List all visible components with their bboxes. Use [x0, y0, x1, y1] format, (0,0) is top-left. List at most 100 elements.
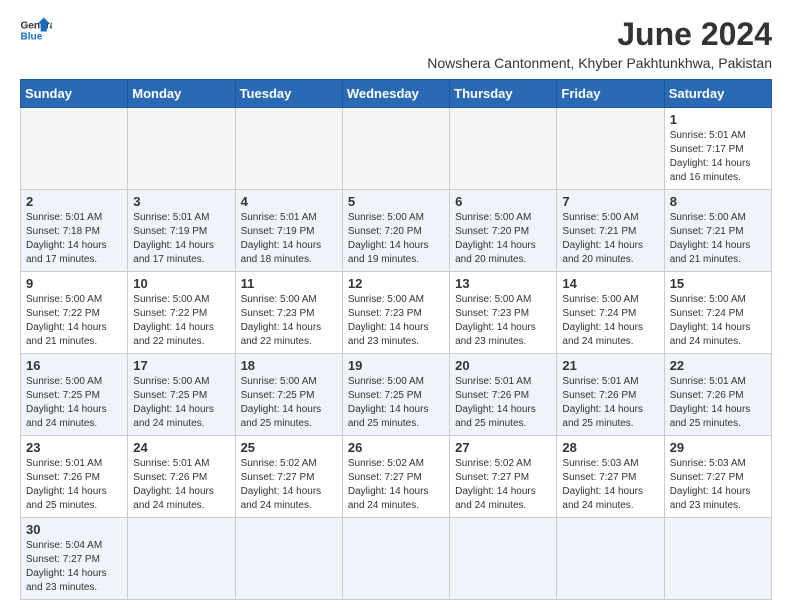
- title-block: June 2024 Nowshera Cantonment, Khyber Pa…: [427, 16, 772, 71]
- day-number: 10: [133, 276, 229, 291]
- calendar-day-cell: [235, 108, 342, 190]
- day-info: Sunrise: 5:00 AM Sunset: 7:22 PM Dayligh…: [26, 293, 122, 349]
- day-number: 18: [241, 358, 337, 373]
- day-info: Sunrise: 5:02 AM Sunset: 7:27 PM Dayligh…: [348, 457, 444, 513]
- day-number: 19: [348, 358, 444, 373]
- day-number: 20: [455, 358, 551, 373]
- calendar-day-cell: 24 Sunrise: 5:01 AM Sunset: 7:26 PM Dayli…: [128, 436, 235, 518]
- weekday-header-wednesday: Wednesday: [342, 80, 449, 108]
- day-number: 1: [670, 112, 766, 127]
- day-info: Sunrise: 5:00 AM Sunset: 7:25 PM Dayligh…: [26, 375, 122, 431]
- calendar-day-cell: [235, 518, 342, 600]
- day-number: 12: [348, 276, 444, 291]
- day-info: Sunrise: 5:00 AM Sunset: 7:23 PM Dayligh…: [455, 293, 551, 349]
- day-number: 23: [26, 440, 122, 455]
- page-header: General Blue June 2024 Nowshera Cantonme…: [20, 16, 772, 71]
- day-number: 27: [455, 440, 551, 455]
- calendar-week-row: 16 Sunrise: 5:00 AM Sunset: 7:25 PM Dayli…: [21, 354, 772, 436]
- calendar-week-row: 9 Sunrise: 5:00 AM Sunset: 7:22 PM Daylig…: [21, 272, 772, 354]
- day-info: Sunrise: 5:00 AM Sunset: 7:23 PM Dayligh…: [348, 293, 444, 349]
- logo-icon: General Blue: [20, 16, 52, 44]
- day-info: Sunrise: 5:00 AM Sunset: 7:20 PM Dayligh…: [455, 211, 551, 267]
- weekday-header-friday: Friday: [557, 80, 664, 108]
- weekday-header-sunday: Sunday: [21, 80, 128, 108]
- calendar-day-cell: 13 Sunrise: 5:00 AM Sunset: 7:23 PM Dayli…: [450, 272, 557, 354]
- month-title: June 2024: [427, 16, 772, 53]
- calendar-week-row: 2 Sunrise: 5:01 AM Sunset: 7:18 PM Daylig…: [21, 190, 772, 272]
- day-info: Sunrise: 5:04 AM Sunset: 7:27 PM Dayligh…: [26, 539, 122, 595]
- day-info: Sunrise: 5:03 AM Sunset: 7:27 PM Dayligh…: [562, 457, 658, 513]
- calendar-day-cell: 11 Sunrise: 5:00 AM Sunset: 7:23 PM Dayli…: [235, 272, 342, 354]
- calendar-day-cell: 2 Sunrise: 5:01 AM Sunset: 7:18 PM Daylig…: [21, 190, 128, 272]
- svg-text:Blue: Blue: [20, 31, 42, 42]
- calendar-week-row: 1 Sunrise: 5:01 AM Sunset: 7:17 PM Daylig…: [21, 108, 772, 190]
- weekday-header-row: SundayMondayTuesdayWednesdayThursdayFrid…: [21, 80, 772, 108]
- calendar-day-cell: 1 Sunrise: 5:01 AM Sunset: 7:17 PM Daylig…: [664, 108, 771, 190]
- day-number: 4: [241, 194, 337, 209]
- day-number: 25: [241, 440, 337, 455]
- calendar-day-cell: 3Sunrise: 5:01 AM Sunset: 7:19 PM Daylig…: [128, 190, 235, 272]
- calendar-day-cell: 19 Sunrise: 5:00 AM Sunset: 7:25 PM Dayli…: [342, 354, 449, 436]
- day-number: 26: [348, 440, 444, 455]
- calendar-day-cell: 23 Sunrise: 5:01 AM Sunset: 7:26 PM Dayli…: [21, 436, 128, 518]
- day-number: 13: [455, 276, 551, 291]
- logo: General Blue: [20, 16, 52, 44]
- day-number: 21: [562, 358, 658, 373]
- weekday-header-tuesday: Tuesday: [235, 80, 342, 108]
- day-number: 16: [26, 358, 122, 373]
- calendar-day-cell: 29Sunrise: 5:03 AM Sunset: 7:27 PM Dayli…: [664, 436, 771, 518]
- day-number: 9: [26, 276, 122, 291]
- day-number: 6: [455, 194, 551, 209]
- calendar-day-cell: 18 Sunrise: 5:00 AM Sunset: 7:25 PM Dayli…: [235, 354, 342, 436]
- day-info: Sunrise: 5:00 AM Sunset: 7:23 PM Dayligh…: [241, 293, 337, 349]
- calendar-day-cell: [664, 518, 771, 600]
- calendar-day-cell: [21, 108, 128, 190]
- day-info: Sunrise: 5:03 AM Sunset: 7:27 PM Dayligh…: [670, 457, 766, 513]
- day-info: Sunrise: 5:01 AM Sunset: 7:26 PM Dayligh…: [26, 457, 122, 513]
- weekday-header-thursday: Thursday: [450, 80, 557, 108]
- weekday-header-saturday: Saturday: [664, 80, 771, 108]
- day-number: 24: [133, 440, 229, 455]
- day-info: Sunrise: 5:01 AM Sunset: 7:26 PM Dayligh…: [133, 457, 229, 513]
- day-number: 22: [670, 358, 766, 373]
- day-number: 2: [26, 194, 122, 209]
- calendar-day-cell: [450, 518, 557, 600]
- day-number: 30: [26, 522, 122, 537]
- day-info: Sunrise: 5:01 AM Sunset: 7:26 PM Dayligh…: [670, 375, 766, 431]
- day-number: 5: [348, 194, 444, 209]
- calendar-day-cell: 22 Sunrise: 5:01 AM Sunset: 7:26 PM Dayli…: [664, 354, 771, 436]
- day-number: 14: [562, 276, 658, 291]
- location-subtitle: Nowshera Cantonment, Khyber Pakhtunkhwa,…: [427, 55, 772, 71]
- day-number: 17: [133, 358, 229, 373]
- day-number: 28: [562, 440, 658, 455]
- day-info: Sunrise: 5:01 AM Sunset: 7:17 PM Dayligh…: [670, 129, 766, 185]
- calendar-day-cell: 12 Sunrise: 5:00 AM Sunset: 7:23 PM Dayli…: [342, 272, 449, 354]
- calendar-table: SundayMondayTuesdayWednesdayThursdayFrid…: [20, 79, 772, 600]
- calendar-week-row: 30 Sunrise: 5:04 AM Sunset: 7:27 PM Dayli…: [21, 518, 772, 600]
- day-info: Sunrise: 5:01 AM Sunset: 7:26 PM Dayligh…: [455, 375, 551, 431]
- calendar-day-cell: 4Sunrise: 5:01 AM Sunset: 7:19 PM Daylig…: [235, 190, 342, 272]
- day-number: 7: [562, 194, 658, 209]
- day-info: Sunrise: 5:01 AM Sunset: 7:26 PM Dayligh…: [562, 375, 658, 431]
- calendar-day-cell: 8Sunrise: 5:00 AM Sunset: 7:21 PM Daylig…: [664, 190, 771, 272]
- calendar-day-cell: 25Sunrise: 5:02 AM Sunset: 7:27 PM Dayli…: [235, 436, 342, 518]
- day-info: Sunrise: 5:02 AM Sunset: 7:27 PM Dayligh…: [455, 457, 551, 513]
- calendar-day-cell: 10 Sunrise: 5:00 AM Sunset: 7:22 PM Dayli…: [128, 272, 235, 354]
- day-info: Sunrise: 5:00 AM Sunset: 7:22 PM Dayligh…: [133, 293, 229, 349]
- calendar-day-cell: 6 Sunrise: 5:00 AM Sunset: 7:20 PM Daylig…: [450, 190, 557, 272]
- day-info: Sunrise: 5:01 AM Sunset: 7:18 PM Dayligh…: [26, 211, 122, 267]
- day-info: Sunrise: 5:00 AM Sunset: 7:21 PM Dayligh…: [670, 211, 766, 267]
- day-info: Sunrise: 5:00 AM Sunset: 7:25 PM Dayligh…: [241, 375, 337, 431]
- calendar-day-cell: 27 Sunrise: 5:02 AM Sunset: 7:27 PM Dayli…: [450, 436, 557, 518]
- day-number: 11: [241, 276, 337, 291]
- day-info: Sunrise: 5:00 AM Sunset: 7:21 PM Dayligh…: [562, 211, 658, 267]
- calendar-day-cell: 26 Sunrise: 5:02 AM Sunset: 7:27 PM Dayli…: [342, 436, 449, 518]
- day-info: Sunrise: 5:00 AM Sunset: 7:25 PM Dayligh…: [348, 375, 444, 431]
- calendar-day-cell: 9 Sunrise: 5:00 AM Sunset: 7:22 PM Daylig…: [21, 272, 128, 354]
- day-info: Sunrise: 5:00 AM Sunset: 7:24 PM Dayligh…: [562, 293, 658, 349]
- calendar-day-cell: 15Sunrise: 5:00 AM Sunset: 7:24 PM Dayli…: [664, 272, 771, 354]
- calendar-day-cell: 5 Sunrise: 5:00 AM Sunset: 7:20 PM Daylig…: [342, 190, 449, 272]
- day-info: Sunrise: 5:01 AM Sunset: 7:19 PM Dayligh…: [133, 211, 229, 267]
- weekday-header-monday: Monday: [128, 80, 235, 108]
- day-info: Sunrise: 5:00 AM Sunset: 7:20 PM Dayligh…: [348, 211, 444, 267]
